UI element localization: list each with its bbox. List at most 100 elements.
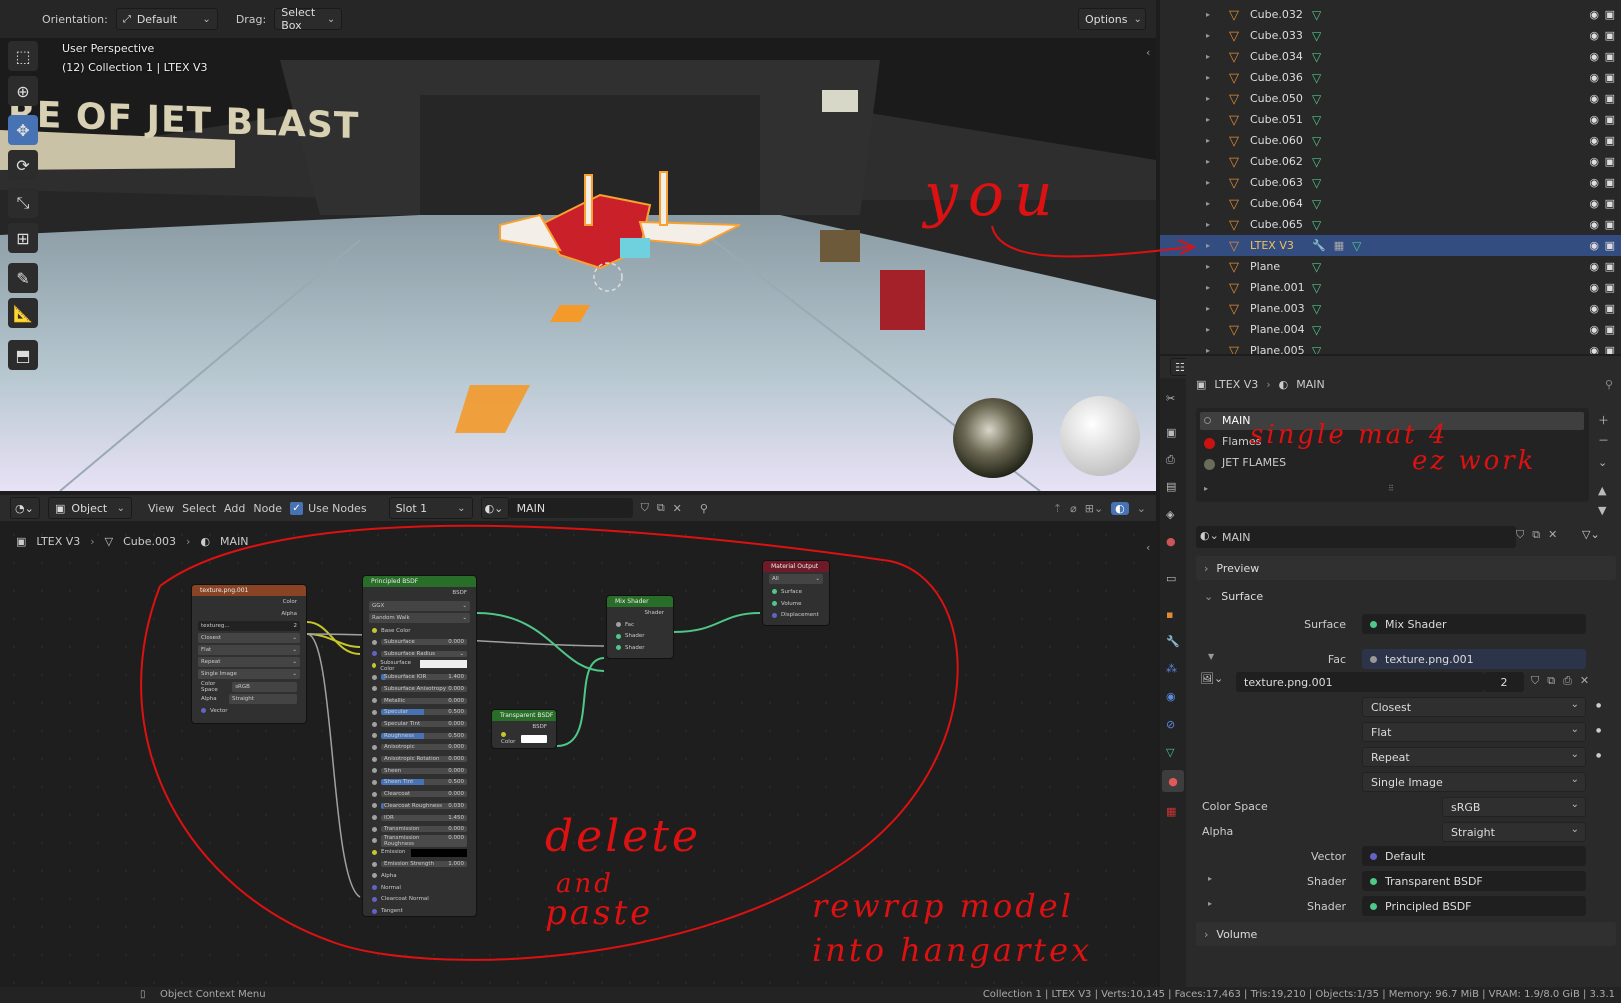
source-select[interactable]: Single Image ⌄ [198, 669, 300, 680]
scene-tab-icon[interactable]: ◈ [1166, 508, 1174, 521]
expand-arrow-icon[interactable]: ▸ [1206, 241, 1218, 250]
render-camera-icon[interactable]: ▣ [1605, 155, 1615, 168]
outliner-row[interactable]: ▸ ▽ Cube.033 ▽ ◉ ▣ [1160, 25, 1621, 46]
bsdf-input-row[interactable]: Subsurface Anisotropy 0.000 [369, 683, 470, 695]
surface-panel-header[interactable]: ⌄ Surface [1196, 584, 1616, 608]
constraints-tab-icon[interactable]: ⊘ [1166, 718, 1175, 731]
outliner-row[interactable]: ▸ ▽ Plane ▽ ◉ ▣ [1160, 256, 1621, 277]
object-mode-dropdown[interactable]: ▣ Object [48, 497, 132, 519]
outliner-row[interactable]: ▸ ▽ Cube.063 ▽ ◉ ▣ [1160, 172, 1621, 193]
keyframe-dot-icon[interactable]: ● [1596, 702, 1601, 709]
overlays-icon[interactable]: ◐ [1111, 501, 1129, 515]
volume-panel-header[interactable]: › Volume [1196, 922, 1616, 946]
snap-target-icon[interactable]: ⊞⌄ [1085, 502, 1103, 515]
overlays-dropdown-icon[interactable]: ⌄ [1137, 502, 1146, 515]
visibility-eye-icon[interactable]: ◉ [1589, 8, 1599, 21]
options-dropdown[interactable]: Options [1078, 8, 1146, 30]
bsdf-input-row[interactable]: Subsurface 0.000 [369, 636, 470, 648]
interp-select[interactable]: Closest ⌄ [198, 633, 300, 644]
menu-view[interactable]: View [148, 502, 174, 515]
color-swatch[interactable] [419, 659, 467, 668]
outliner-row[interactable]: ▸ ▽ Cube.060 ▽ ◉ ▣ [1160, 130, 1621, 151]
use-nodes-toggle[interactable]: ✓ Use Nodes [290, 501, 367, 515]
outliner-row[interactable]: ▸ ▽ Cube.036 ▽ ◉ ▣ [1160, 67, 1621, 88]
visibility-eye-icon[interactable]: ◉ [1589, 71, 1599, 84]
distribution-select[interactable]: GGX ⌄ [369, 600, 470, 611]
visibility-eye-icon[interactable]: ◉ [1589, 344, 1599, 354]
open-image-icon[interactable]: ⎙ [1563, 674, 1572, 688]
node-editor-canvas[interactable]: ▣ LTEX V3 › ▽ Cube.003 › ◐ MAIN ‹ textur… [0, 521, 1156, 987]
colorspace-dropdown[interactable]: sRGB [1442, 797, 1586, 817]
visibility-eye-icon[interactable]: ◉ [1589, 134, 1599, 147]
outliner-row[interactable]: ▸ ▽ Cube.032 ▽ ◉ ▣ [1160, 4, 1621, 25]
projection-dropdown[interactable]: Flat [1362, 722, 1586, 742]
pin-icon[interactable]: ⚲ [1605, 378, 1613, 391]
bsdf-input-row[interactable]: Anisotropic 0.000 [369, 742, 470, 754]
expand-arrow-icon[interactable]: ▸ [1206, 52, 1218, 61]
pin-icon[interactable]: ⚲ [700, 502, 708, 515]
expand-arrow-icon[interactable]: ▸ [1206, 346, 1218, 354]
bsdf-input-row[interactable]: Sheen Tint 0.500 [369, 777, 470, 789]
image-name-field[interactable]: texture.png.001 [1236, 672, 1484, 692]
fake-user-icon[interactable]: ⛉ [1531, 674, 1539, 688]
visibility-eye-icon[interactable]: ◉ [1589, 176, 1599, 189]
proj-select[interactable]: Flat ⌄ [198, 645, 300, 656]
visibility-eye-icon[interactable]: ◉ [1589, 155, 1599, 168]
particles-tab-icon[interactable]: ⁂ [1166, 662, 1177, 675]
material-output-node[interactable]: Material Output All ⌄ Surface Volume Disp… [762, 560, 830, 626]
material-browse-icon[interactable]: ◐⌄ [1200, 529, 1219, 542]
expand-arrow-icon[interactable]: ▸ [1206, 262, 1218, 271]
modifier-tab-icon[interactable]: 🔧 [1166, 635, 1180, 648]
expand-arrow-icon[interactable]: ▸ [1206, 178, 1218, 187]
transparent-bsdf-node[interactable]: Transparent BSDF BSDF Color [491, 709, 557, 749]
world-tab-icon[interactable]: ● [1166, 535, 1176, 548]
expand-arrow-icon[interactable]: ▸ [1206, 304, 1218, 313]
outliner-row[interactable]: ▸ ▽ Cube.034 ▽ ◉ ▣ [1160, 46, 1621, 67]
render-camera-icon[interactable]: ▣ [1605, 344, 1615, 354]
expand-arrow-icon[interactable]: ▸ [1206, 220, 1218, 229]
outliner-row[interactable]: ▸ ▽ Cube.065 ▽ ◉ ▣ [1160, 214, 1621, 235]
3d-viewport[interactable]: RE OF JET BLAST Orientation: ⤢ Default D… [0, 0, 1156, 491]
mix-shader-node[interactable]: Mix Shader Shader Fac Shader Shader [606, 595, 674, 659]
alpha-value[interactable]: Straight [229, 693, 297, 704]
render-camera-icon[interactable]: ▣ [1605, 29, 1615, 42]
move-up-icon[interactable]: ▲ [1598, 484, 1606, 497]
bsdf-input-row[interactable]: Transmission 0.000 [369, 823, 470, 835]
link-dropdown-icon[interactable]: ▽⌄ [1582, 528, 1600, 541]
render-camera-icon[interactable]: ▣ [1605, 197, 1615, 210]
material-browse-button[interactable]: ◐⌄ [480, 497, 509, 519]
menu-node[interactable]: Node [253, 502, 282, 515]
material-name-field[interactable]: ◐⌄ MAIN [1196, 526, 1516, 548]
add-slot-button[interactable]: ＋ [1598, 412, 1609, 428]
outliner-row[interactable]: ▸ ▽ Cube.064 ▽ ◉ ▣ [1160, 193, 1621, 214]
render-camera-icon[interactable]: ▣ [1605, 8, 1615, 21]
render-camera-icon[interactable]: ▣ [1605, 239, 1615, 252]
render-camera-icon[interactable]: ▣ [1605, 323, 1615, 336]
bsdf-input-row[interactable]: Emission [369, 847, 470, 859]
render-camera-icon[interactable]: ▣ [1605, 113, 1615, 126]
visibility-eye-icon[interactable]: ◉ [1589, 260, 1599, 273]
tool-tab-icon[interactable]: ✂ [1166, 392, 1175, 405]
alpha-dropdown[interactable]: Straight [1442, 822, 1586, 842]
principled-bsdf-node[interactable]: Principled BSDF BSDF GGX ⌄ Random Walk ⌄ B… [362, 575, 477, 917]
render-tab-icon[interactable]: ▣ [1166, 426, 1176, 439]
data-tab-icon[interactable]: ▽ [1166, 746, 1174, 759]
resize-handle-icon[interactable]: ⠿ [1388, 484, 1394, 493]
bsdf-input-row[interactable]: Clearcoat 0.000 [369, 788, 470, 800]
ext-select[interactable]: Repeat ⌄ [198, 657, 300, 668]
render-camera-icon[interactable]: ▣ [1605, 218, 1615, 231]
visibility-eye-icon[interactable]: ◉ [1589, 29, 1599, 42]
slot-dropdown[interactable]: Slot 1 [388, 497, 473, 519]
outliner-row[interactable]: ▸ ▽ Plane.004 ▽ ◉ ▣ [1160, 319, 1621, 340]
visibility-eye-icon[interactable]: ◉ [1589, 302, 1599, 315]
expand-arrow-icon[interactable]: ▸ [1206, 31, 1218, 40]
move-tool[interactable]: ✥ [8, 115, 38, 145]
vector-field[interactable]: Default [1362, 846, 1586, 866]
move-down-icon[interactable]: ▼ [1598, 504, 1606, 517]
bsdf-input-row[interactable]: Transmission Roughness 0.000 [369, 834, 470, 847]
shader2-field[interactable]: Principled BSDF [1362, 896, 1586, 916]
keyframe-dot-icon[interactable]: ● [1596, 727, 1601, 734]
fac-input-field[interactable]: texture.png.001 [1362, 649, 1586, 669]
source-dropdown[interactable]: Single Image [1362, 772, 1586, 792]
object-tab-icon[interactable]: ▪ [1166, 608, 1173, 621]
